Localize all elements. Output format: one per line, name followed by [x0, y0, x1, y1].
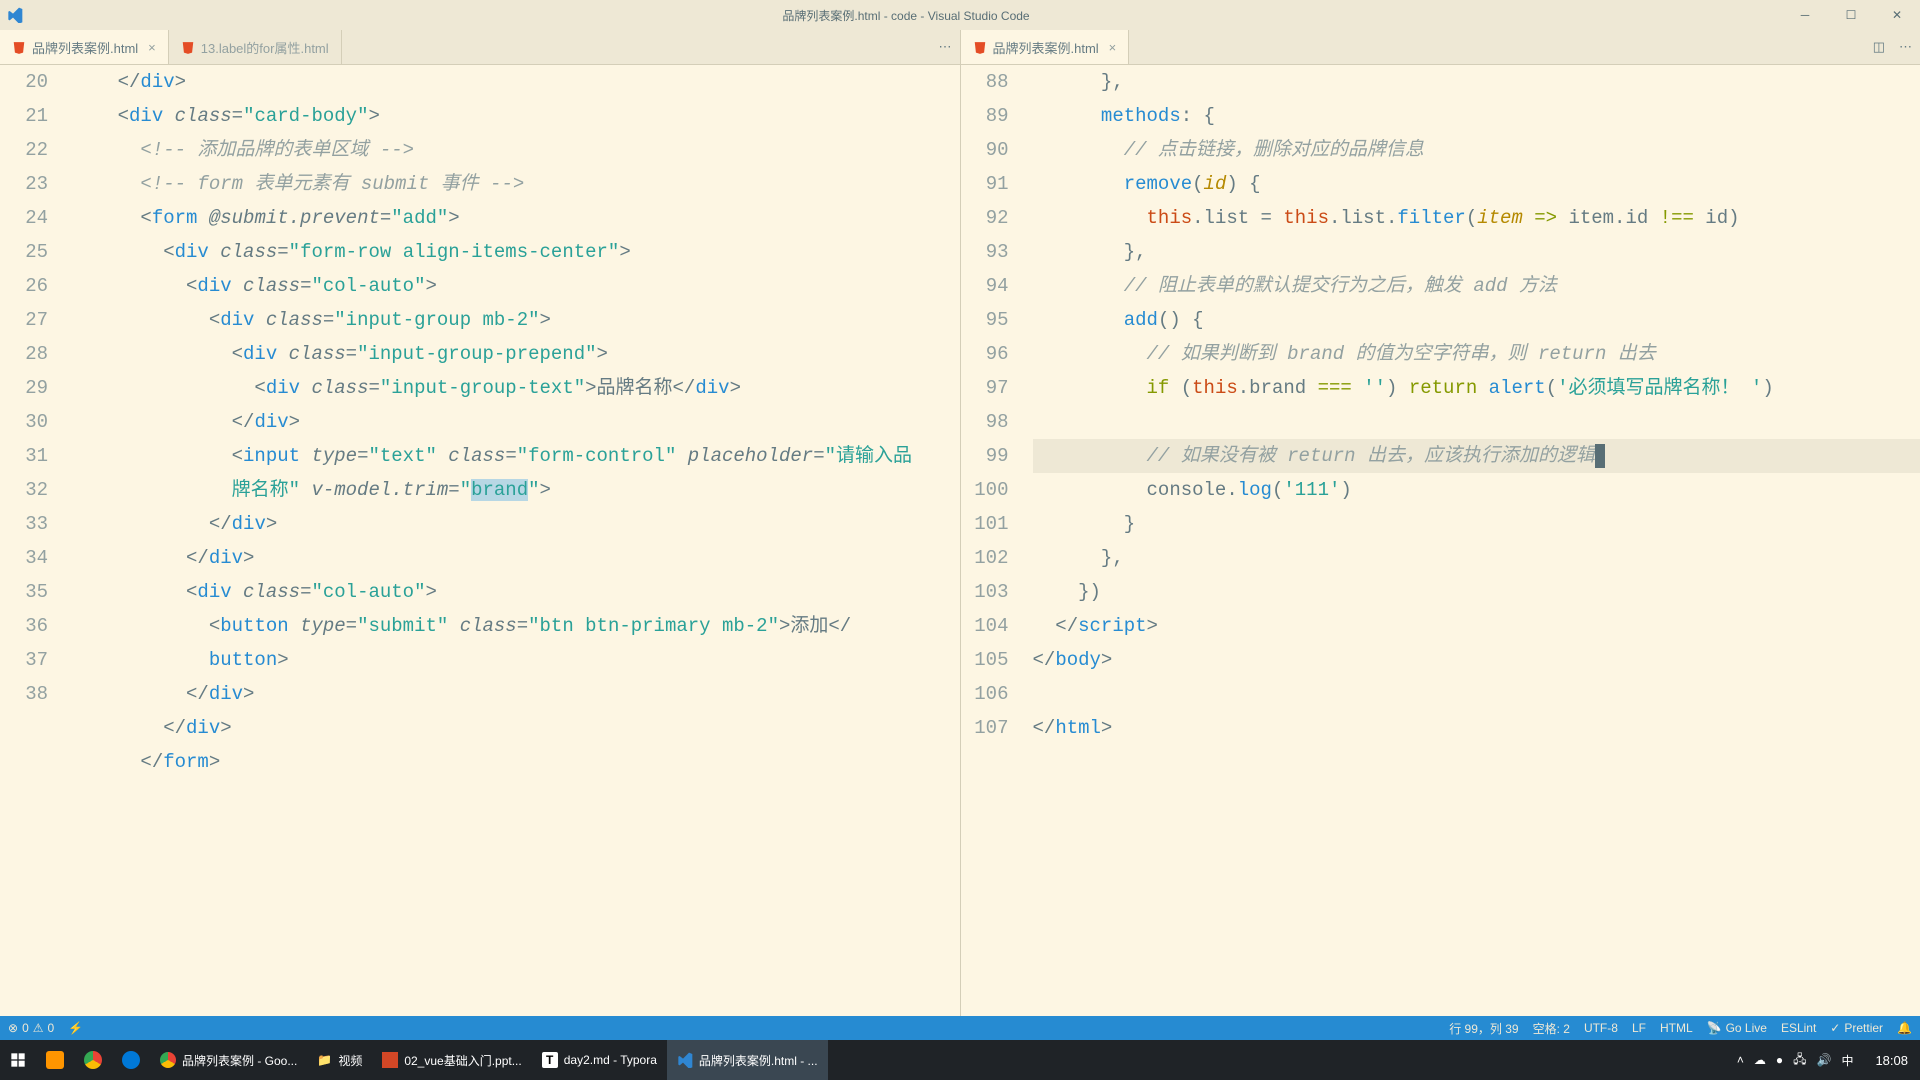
tab-label: 13.label的for属性.html [201, 38, 329, 57]
chevron-up-icon[interactable]: ˄ [1737, 1053, 1744, 1067]
taskbar-item-folder[interactable]: 📁 视频 [307, 1040, 372, 1080]
taskbar-app-edge[interactable] [112, 1040, 150, 1080]
network-icon[interactable]: 🖧 [1793, 1050, 1806, 1071]
code-right[interactable]: }, methods: { // 点击链接，删除对应的品牌信息 remove(i… [1029, 65, 1920, 1016]
maximize-button[interactable]: ☐ [1828, 0, 1874, 30]
language-mode[interactable]: HTML [1660, 1021, 1693, 1035]
error-icon: ⊗ [8, 1021, 18, 1035]
prettier[interactable]: ✓Prettier [1830, 1021, 1883, 1035]
check-icon: ✓ [1830, 1021, 1840, 1035]
taskbar-item-chrome[interactable]: 品牌列表案例 - Goo... [150, 1040, 307, 1080]
tab-right-0[interactable]: 品牌列表案例.html × [961, 30, 1130, 64]
notifications-icon[interactable]: 🔔 [1897, 1021, 1912, 1035]
taskbar-item-typora[interactable]: T day2.md - Typora [532, 1040, 667, 1080]
html-file-icon [973, 40, 987, 54]
folder-icon: 📁 [317, 1053, 332, 1067]
powerpoint-icon [382, 1052, 398, 1068]
editor-pane-right[interactable]: 8889909192939495969798991001011021031041… [961, 65, 1920, 1016]
cloud-icon[interactable]: ☁ [1754, 1053, 1766, 1067]
taskbar-app-finder[interactable] [36, 1040, 74, 1080]
taskbar-app-chrome[interactable] [74, 1040, 112, 1080]
taskbar-item-ppt[interactable]: 02_vue基础入门.ppt... [372, 1040, 531, 1080]
ime-icon[interactable]: 中 [1841, 1052, 1853, 1069]
cursor-position[interactable]: 行 99，列 39 [1449, 1020, 1518, 1037]
broadcast-icon: 📡 [1707, 1021, 1722, 1035]
close-button[interactable]: ✕ [1874, 0, 1920, 30]
more-icon[interactable]: ⋯ [1899, 39, 1912, 55]
tab-label: 品牌列表案例.html [993, 38, 1099, 57]
more-icon[interactable]: ⋯ [939, 39, 952, 55]
go-live[interactable]: 📡Go Live [1707, 1021, 1767, 1035]
vscode-icon [677, 1052, 693, 1068]
volume-icon[interactable]: 🔊 [1816, 1053, 1831, 1067]
encoding[interactable]: UTF-8 [1584, 1021, 1618, 1035]
tab-bar: 品牌列表案例.html × 13.label的for属性.html ⋯ 品牌列表… [0, 30, 1920, 65]
code-left[interactable]: </div> <div class="card-body"> <!-- 添加品牌… [68, 65, 960, 1016]
system-tray[interactable]: ˄ ☁ ● 🖧 🔊 中 [1727, 1050, 1864, 1071]
html-file-icon [181, 40, 195, 54]
errors-count[interactable]: ⊗ 0 ⚠ 0 [8, 1021, 54, 1035]
split-icon[interactable]: ◫ [1873, 39, 1885, 55]
eslint[interactable]: ESLint [1781, 1021, 1816, 1035]
minimize-button[interactable]: ─ [1782, 0, 1828, 30]
minimap[interactable] [1903, 65, 1906, 1016]
html-file-icon [12, 40, 26, 54]
tab-left-0[interactable]: 品牌列表案例.html × [0, 30, 169, 64]
onedrive-icon[interactable]: ● [1776, 1053, 1783, 1067]
indentation[interactable]: 空格: 2 [1533, 1020, 1570, 1037]
tab-left-1[interactable]: 13.label的for属性.html [169, 30, 342, 64]
close-icon[interactable]: × [148, 40, 156, 55]
taskbar-clock[interactable]: 18:08 [1863, 1053, 1920, 1068]
start-button[interactable] [0, 1040, 36, 1080]
windows-taskbar: 品牌列表案例 - Goo... 📁 视频 02_vue基础入门.ppt... T… [0, 1040, 1920, 1080]
line-numbers-right: 8889909192939495969798991001011021031041… [961, 65, 1029, 1016]
tab-label: 品牌列表案例.html [32, 38, 138, 57]
eol[interactable]: LF [1632, 1021, 1646, 1035]
port-icon[interactable]: ⚡ [68, 1021, 83, 1035]
line-numbers-left: 20212223242526272829303132333435363738 [0, 65, 68, 1016]
editor-area: 20212223242526272829303132333435363738 <… [0, 65, 1920, 1016]
vscode-icon [0, 7, 30, 23]
warning-icon: ⚠ [33, 1021, 44, 1035]
typora-icon: T [542, 1052, 558, 1068]
close-icon[interactable]: × [1109, 40, 1117, 55]
editor-pane-left[interactable]: 20212223242526272829303132333435363738 <… [0, 65, 961, 1016]
status-bar: ⊗ 0 ⚠ 0 ⚡ 行 99，列 39 空格: 2 UTF-8 LF HTML … [0, 1016, 1920, 1040]
title-bar: 品牌列表案例.html - code - Visual Studio Code … [0, 0, 1920, 30]
taskbar-item-vscode[interactable]: 品牌列表案例.html - ... [667, 1040, 828, 1080]
window-title: 品牌列表案例.html - code - Visual Studio Code [30, 7, 1782, 24]
